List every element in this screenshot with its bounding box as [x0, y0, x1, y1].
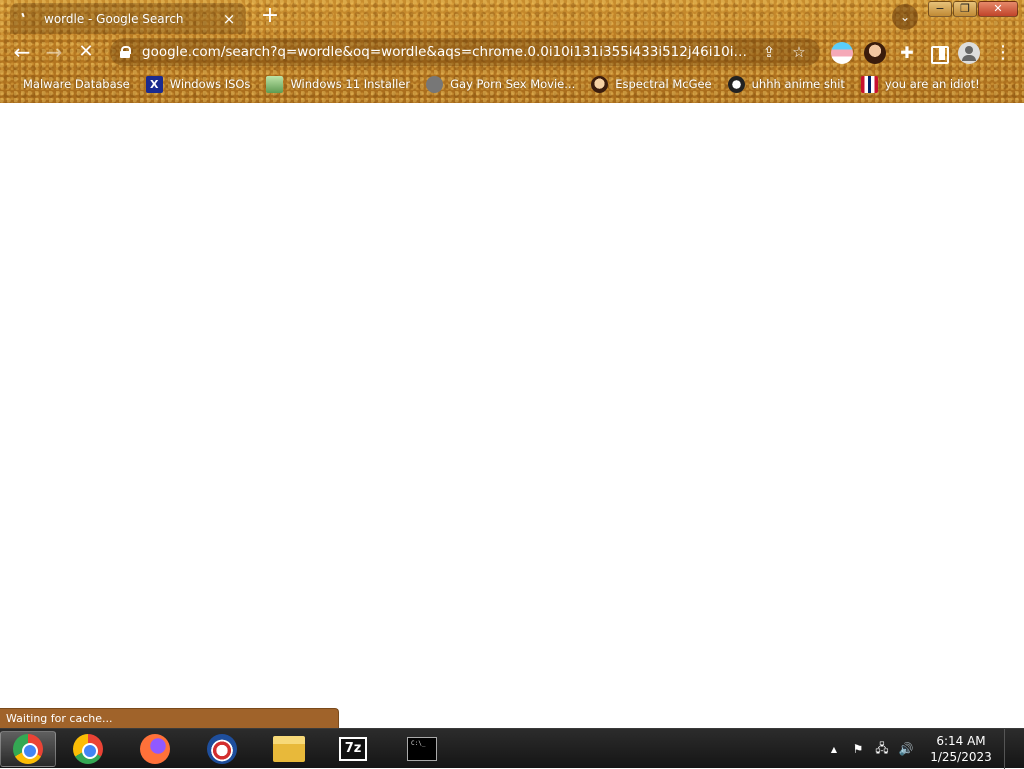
clock[interactable]: 6:14 AM 1/25/2023	[926, 733, 996, 765]
minimize-button[interactable]: −	[928, 1, 952, 17]
chrome-icon	[73, 734, 103, 764]
taskbar-7zip[interactable]: 7z	[325, 731, 381, 767]
avatar-extension-icon[interactable]	[864, 42, 886, 64]
image-favicon-icon	[266, 75, 284, 93]
new-tab-button[interactable]: +	[258, 5, 282, 29]
bookmark-malware-database[interactable]: Malware Database	[14, 76, 130, 93]
volume-icon[interactable]: 🔊	[894, 742, 918, 756]
close-window-button[interactable]: ✕	[978, 1, 1018, 17]
address-bar[interactable]: google.com/search?q=wordle&oq=wordle&aqs…	[110, 38, 820, 66]
system-tray: ▲ ⚑ 🖧 🔊 6:14 AM 1/25/2023	[822, 729, 1024, 769]
extensions-puzzle-icon[interactable]: ✚	[896, 42, 918, 64]
tab-close-icon[interactable]: ×	[220, 10, 238, 28]
bookmarks-bar: Malware Database X Windows ISOs Windows …	[0, 72, 1024, 96]
action-center-flag-icon[interactable]: ⚑	[846, 742, 870, 756]
stop-loading-button[interactable]: ✕	[74, 40, 98, 64]
tab-title: wordle - Google Search	[44, 11, 184, 26]
tab-search-icon[interactable]: ⌄	[892, 4, 918, 30]
loading-spinner-icon	[18, 11, 34, 27]
bookmark-star-icon[interactable]: ☆	[788, 43, 810, 61]
anime-favicon-icon	[727, 75, 745, 93]
bookmark-movie[interactable]: Gay Porn Sex Movie...	[426, 75, 575, 93]
face-favicon-icon	[591, 75, 609, 93]
x-logo-icon: X	[145, 75, 163, 93]
taskbar-firefox[interactable]	[127, 731, 183, 767]
status-bubble: Waiting for cache...	[0, 708, 339, 728]
bookmark-espectral-mcgee[interactable]: Espectral McGee	[591, 75, 712, 93]
bookmark-windows-isos[interactable]: X Windows ISOs	[145, 75, 250, 93]
bookmark-anime[interactable]: uhhh anime shit	[727, 75, 845, 93]
7zip-icon: 7z	[339, 737, 367, 761]
clock-date: 1/25/2023	[930, 750, 992, 764]
back-button[interactable]: ←	[10, 40, 34, 64]
taskbar-command-prompt[interactable]: C:\_	[394, 731, 450, 767]
maximize-button[interactable]: ❐	[953, 1, 977, 17]
bookmark-you-are-an-idiot[interactable]: you are an idiot!	[860, 75, 980, 93]
show-hidden-icons-chevron-icon[interactable]: ▲	[822, 745, 846, 754]
taskbar-obama-browser[interactable]	[194, 731, 250, 767]
browser-tab[interactable]: wordle - Google Search ×	[10, 3, 246, 34]
taskbar: 7z C:\_ ▲ ⚑ 🖧 🔊 6:14 AM 1/25/2023	[0, 728, 1024, 769]
browser-frame: wordle - Google Search × + ⌄ − ❐ ✕ ← → ✕…	[0, 0, 1024, 103]
disc-favicon-icon	[426, 75, 444, 93]
command-prompt-icon: C:\_	[407, 737, 437, 761]
chrome-menu-icon[interactable]: ⋮	[994, 42, 1012, 64]
flag-favicon-icon	[860, 75, 878, 93]
obama-logo-icon	[207, 734, 237, 764]
firefox-icon	[140, 734, 170, 764]
taskbar-file-explorer[interactable]	[261, 731, 317, 767]
profile-avatar-icon[interactable]	[958, 42, 980, 64]
chrome-canary-icon	[13, 734, 43, 764]
show-desktop-button[interactable]	[1004, 729, 1014, 769]
page-content	[0, 103, 1024, 728]
trans-flag-extension-icon[interactable]	[831, 42, 853, 64]
folder-icon	[273, 736, 305, 762]
share-icon[interactable]: ⇪	[758, 43, 780, 61]
lock-icon[interactable]	[120, 46, 131, 58]
taskbar-chrome-canary[interactable]	[0, 731, 56, 767]
clock-time: 6:14 AM	[936, 734, 986, 748]
forward-button[interactable]: →	[42, 40, 66, 64]
bookmark-windows-11-installer[interactable]: Windows 11 Installer	[266, 75, 410, 93]
side-panel-icon[interactable]	[927, 42, 949, 64]
network-icon[interactable]: 🖧	[870, 739, 894, 760]
url-text[interactable]: google.com/search?q=wordle&oq=wordle&aqs…	[142, 44, 750, 60]
taskbar-google-chrome[interactable]	[60, 731, 116, 767]
